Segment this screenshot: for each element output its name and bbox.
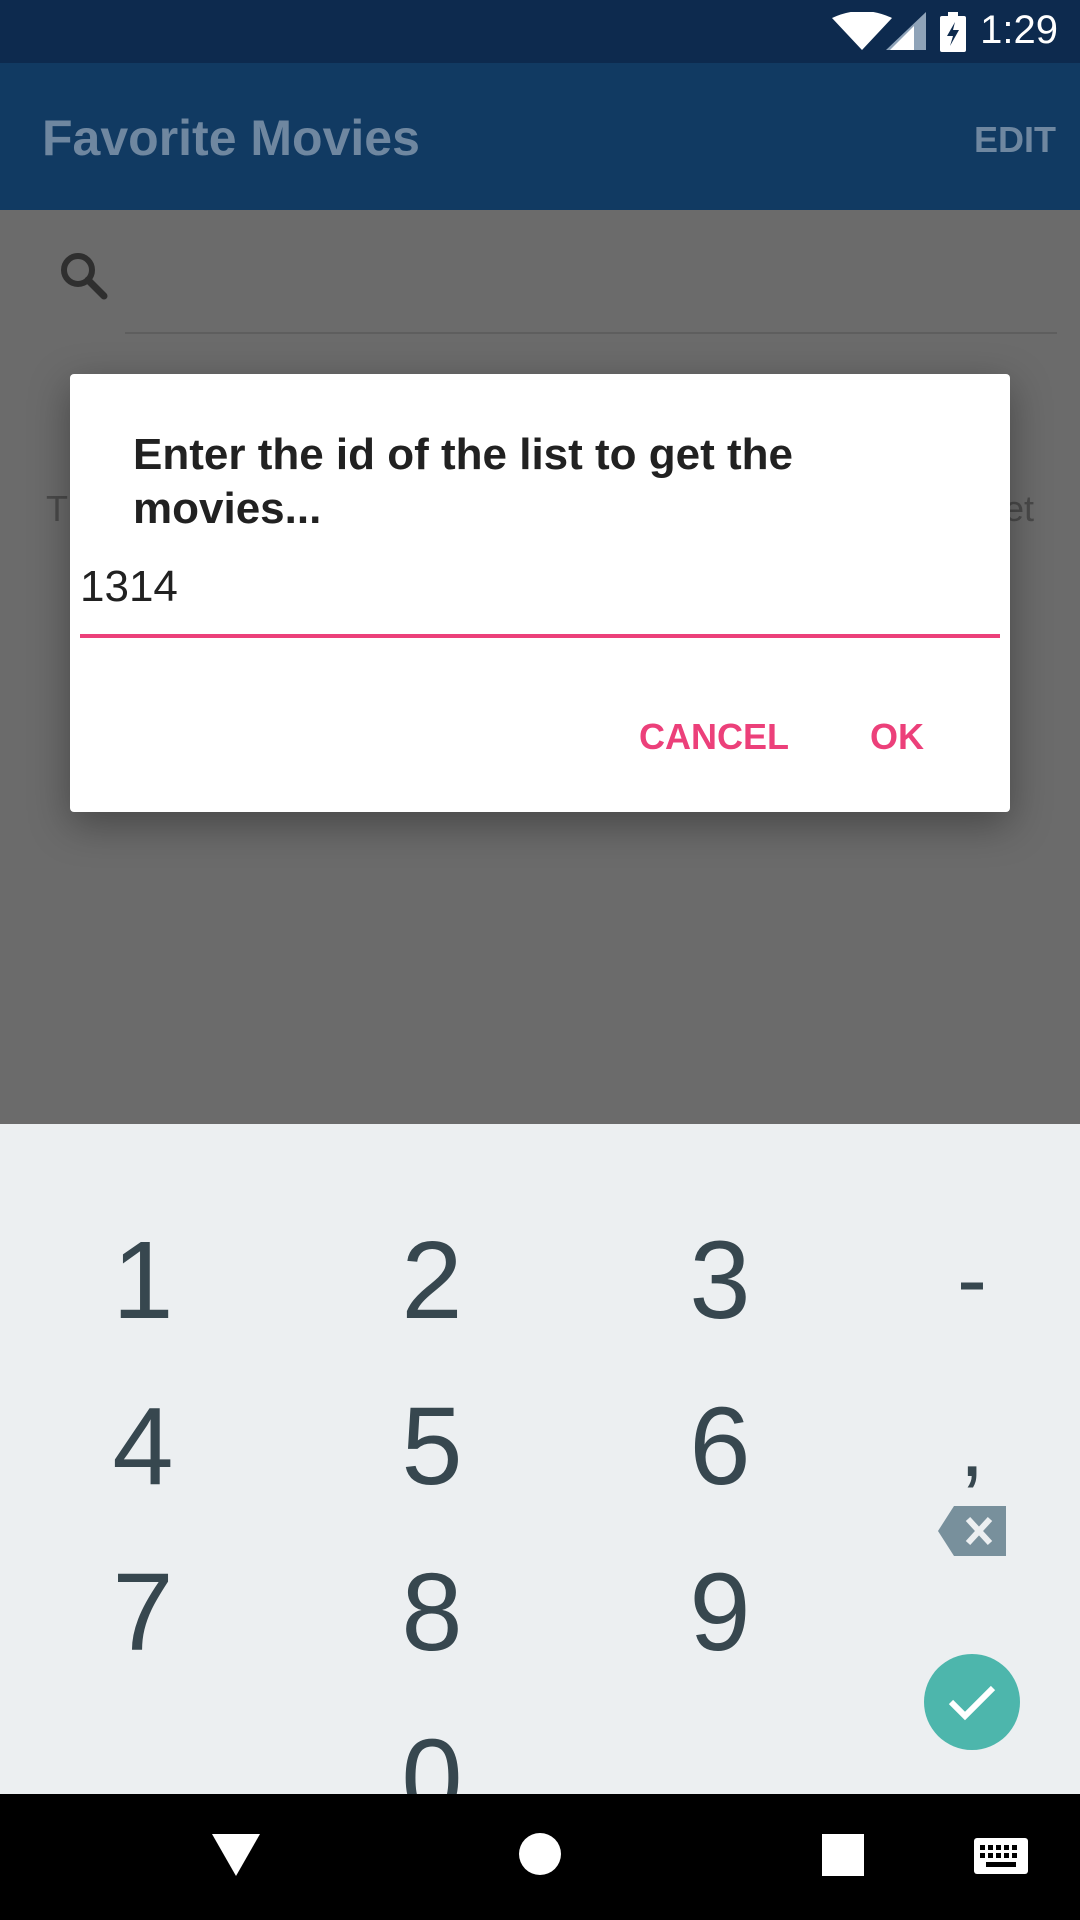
- checkmark-icon: [948, 1685, 996, 1721]
- key-dash[interactable]: -: [837, 1198, 1080, 1363]
- search-icon[interactable]: [56, 248, 112, 304]
- numeric-keyboard: 1 2 3 - 4 5 6 , 7 8 9 . 0 _: [0, 1124, 1080, 1840]
- navigation-bar: [0, 1794, 1080, 1920]
- list-id-input[interactable]: [80, 562, 1000, 612]
- app-bar: Favorite Movies EDIT: [0, 63, 1080, 210]
- recents-icon[interactable]: [822, 1834, 864, 1876]
- signal-icon: [886, 12, 926, 50]
- page-title: Favorite Movies: [42, 110, 420, 166]
- done-button[interactable]: [924, 1654, 1020, 1750]
- dialog-title: Enter the id of the list to get the movi…: [133, 430, 793, 533]
- ok-button[interactable]: OK: [870, 716, 924, 758]
- key-3[interactable]: 3: [585, 1198, 855, 1363]
- list-id-dialog: Enter the id of the list to get the movi…: [70, 374, 1010, 812]
- key-6[interactable]: 6: [585, 1364, 855, 1529]
- input-underline: [80, 634, 1000, 638]
- back-icon[interactable]: [212, 1834, 260, 1876]
- key-1[interactable]: 1: [8, 1198, 278, 1363]
- key-comma[interactable]: ,: [837, 1364, 1080, 1529]
- key-5[interactable]: 5: [297, 1364, 567, 1529]
- background-text-left: T: [46, 488, 68, 529]
- key-9[interactable]: 9: [585, 1530, 855, 1695]
- wifi-icon: [832, 12, 892, 50]
- battery-charging-icon: [940, 12, 966, 52]
- key-7[interactable]: 7: [8, 1530, 278, 1695]
- key-8[interactable]: 8: [297, 1530, 567, 1695]
- key-4[interactable]: 4: [8, 1364, 278, 1529]
- home-icon[interactable]: [518, 1832, 562, 1876]
- key-2[interactable]: 2: [297, 1198, 567, 1363]
- cancel-button[interactable]: CANCEL: [639, 716, 789, 758]
- search-field-underline: [125, 332, 1057, 334]
- backspace-icon[interactable]: [938, 1506, 1006, 1556]
- edit-button[interactable]: EDIT: [974, 119, 1056, 161]
- clock: 1:29: [980, 8, 1058, 52]
- keyboard-icon[interactable]: [974, 1838, 1028, 1874]
- status-bar: 1:29: [0, 0, 1080, 63]
